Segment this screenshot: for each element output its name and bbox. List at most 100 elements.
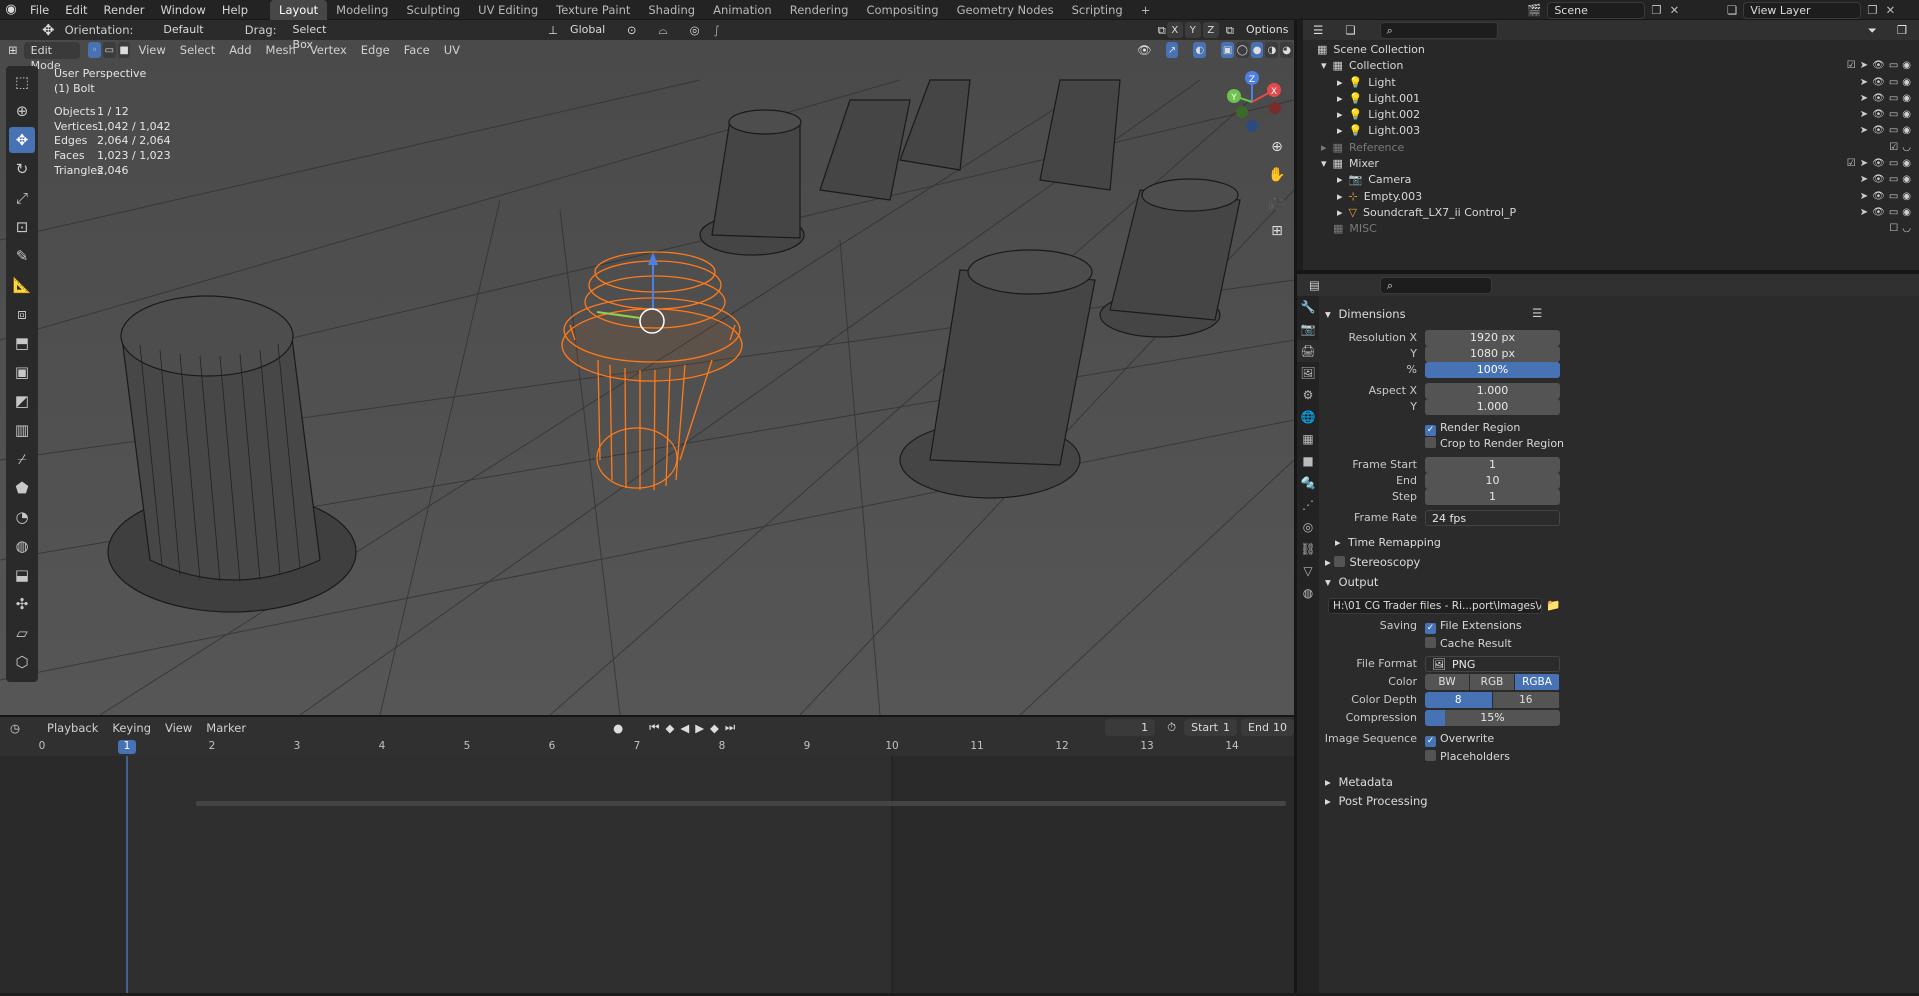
expand-icon[interactable]: ▸ — [1337, 190, 1343, 203]
shrink-fatten-icon[interactable]: ✣ — [9, 591, 35, 617]
select-arrow-icon[interactable]: ➤ — [1860, 189, 1868, 205]
outliner-row-light-002[interactable]: ▸ 💡 Light.002 ➤ 👁 ▭ ◉ — [1303, 107, 1919, 123]
poly-build-icon[interactable]: ⬟ — [9, 475, 35, 501]
outliner-row-empty-003[interactable]: ▸ ⊹ Empty.003 ➤ 👁 ▭ ◉ — [1303, 189, 1919, 205]
outliner-row-soundcraft[interactable]: ▸ ▽ Soundcraft_LX7_ii Control_P ➤ 👁 ▭ ◉ — [1303, 205, 1919, 221]
mode-dropdown[interactable]: Edit Mode — [23, 41, 81, 72]
list-icon[interactable]: ☰ — [1532, 306, 1542, 320]
current-frame-field[interactable]: 1 — [1105, 719, 1156, 736]
eye-icon[interactable]: 👁 — [1872, 172, 1885, 188]
camera-icon[interactable]: ◉ — [1902, 123, 1911, 139]
menu-face[interactable]: Face — [397, 40, 437, 60]
select-arrow-icon[interactable]: ➤ — [1860, 205, 1868, 221]
vertex-select-icon[interactable]: ◦ — [88, 42, 101, 58]
mirror-y-button[interactable]: Y — [1184, 22, 1201, 38]
record-icon[interactable]: ● — [613, 721, 623, 735]
new-collection-icon[interactable]: ❐ — [1897, 23, 1907, 37]
menu-render[interactable]: Render — [96, 0, 153, 20]
add-cube-icon[interactable]: ⧈ — [9, 301, 35, 327]
crop-region-checkbox[interactable]: Crop to Render Region — [1425, 436, 1564, 452]
annotate-icon[interactable]: ✎ — [9, 243, 35, 269]
menu-edge[interactable]: Edge — [354, 40, 397, 60]
measure-icon[interactable]: 📐 — [9, 272, 35, 298]
checkbox-icon[interactable]: ☑ — [1847, 58, 1856, 74]
timeline-ruler[interactable] — [0, 738, 1294, 756]
expand-icon[interactable]: ▾ — [1321, 59, 1327, 72]
tab-texture-paint[interactable]: Texture Paint — [547, 0, 639, 20]
area-divider[interactable] — [0, 715, 1294, 717]
camera-icon[interactable]: ◉ — [1902, 172, 1911, 188]
tab-sculpting[interactable]: Sculpting — [397, 0, 469, 20]
checkbox-icon[interactable]: ☑ — [1889, 140, 1898, 156]
tab-geometry-nodes[interactable]: Geometry Nodes — [948, 0, 1063, 20]
outliner-search-input[interactable]: ⌕ — [1379, 21, 1498, 39]
checkbox-icon[interactable]: ☐ — [1889, 221, 1898, 237]
area-divider[interactable] — [1297, 270, 1919, 274]
expand-icon[interactable]: ▸ — [1337, 76, 1343, 89]
frame-start-field[interactable]: 1 — [1425, 457, 1560, 473]
placeholders-checkbox[interactable]: Placeholders — [1425, 749, 1510, 765]
eye-icon[interactable]: 👁 — [1872, 189, 1885, 205]
expand-icon[interactable]: ▾ — [1321, 157, 1327, 170]
area-divider[interactable] — [1294, 20, 1297, 993]
render-icon[interactable]: ▭ — [1889, 189, 1898, 205]
transform-tool-icon[interactable]: ✥ — [42, 21, 55, 39]
prev-keyframe-icon[interactable]: ◆ — [665, 721, 674, 735]
editor-type-icon[interactable]: ▤ — [1309, 278, 1320, 292]
frame-rate-dropdown[interactable]: 24 fps — [1425, 510, 1560, 526]
render-icon[interactable]: ▭ — [1889, 156, 1898, 172]
camera-icon[interactable]: ◉ — [1902, 205, 1911, 221]
menu-vertex[interactable]: Vertex — [303, 40, 354, 60]
expand-icon[interactable]: ▸ — [1337, 173, 1343, 186]
shear-icon[interactable]: ▱ — [9, 620, 35, 646]
pivot-icon[interactable]: ⊙ — [627, 23, 637, 37]
add-workspace-button[interactable]: + — [1132, 0, 1160, 20]
tab-layout[interactable]: Layout — [270, 0, 328, 20]
select-arrow-icon[interactable]: ➤ — [1860, 156, 1868, 172]
color-rgb-option[interactable]: RGB — [1470, 674, 1515, 690]
drag-dropdown[interactable]: Select Box — [287, 22, 350, 51]
checkbox-icon[interactable]: ☑ — [1847, 156, 1856, 172]
copy-scene-icon[interactable]: ❐ — [1651, 3, 1661, 17]
overwrite-checkbox[interactable]: ✓ Overwrite — [1425, 731, 1494, 747]
menu-playback[interactable]: Playback — [40, 718, 105, 738]
menu-select[interactable]: Select — [173, 40, 222, 60]
render-icon[interactable]: ▭ — [1889, 58, 1898, 74]
eye-hidden-icon[interactable]: ◡ — [1902, 140, 1911, 156]
camera-icon[interactable]: ◉ — [1902, 107, 1911, 123]
tab-modeling[interactable]: Modeling — [327, 0, 397, 20]
output-path-input[interactable]: H:\01 CG Trader files - Ri...port\Images… — [1328, 598, 1542, 614]
camera-icon[interactable]: ◉ — [1902, 91, 1911, 107]
expand-icon[interactable]: ▸ — [1337, 206, 1343, 219]
data-tab-icon[interactable]: ▽ — [1297, 560, 1319, 582]
post-processing-panel-header[interactable]: ▸ Post Processing — [1325, 791, 1428, 811]
xray-toggle-icon[interactable]: ▣ — [1221, 42, 1234, 58]
pan-hand-icon[interactable]: ✋ — [1266, 164, 1288, 186]
ortho-grid-icon[interactable]: ⊞ — [1266, 220, 1288, 242]
eye-hidden-icon[interactable]: ◡ — [1902, 221, 1911, 237]
select-arrow-icon[interactable]: ➤ — [1860, 75, 1868, 91]
rotate-icon[interactable]: ↻ — [9, 156, 35, 182]
edge-select-icon[interactable]: ▭ — [102, 42, 116, 58]
dimensions-panel-header[interactable]: ▾ Dimensions — [1325, 304, 1406, 324]
editor-type-icon[interactable]: ⊞ — [8, 43, 18, 57]
output-panel-header[interactable]: ▾ Output — [1325, 572, 1378, 592]
delete-scene-icon[interactable]: ✕ — [1670, 3, 1680, 17]
aspect-x-field[interactable]: 1.000 — [1425, 383, 1560, 399]
shading-material-icon[interactable]: ◑ — [1265, 42, 1279, 58]
expand-icon[interactable]: ▸ — [1321, 141, 1327, 154]
resolution-y-field[interactable]: 1080 px — [1425, 346, 1560, 362]
render-region-checkbox[interactable]: ✓ Render Region — [1425, 420, 1520, 436]
menu-view[interactable]: View — [131, 40, 172, 60]
eye-icon[interactable]: 👁 — [1872, 58, 1885, 74]
eye-icon[interactable]: 👁 — [1872, 205, 1885, 221]
compression-slider[interactable]: 15% — [1425, 710, 1560, 726]
outliner-row-misc[interactable]: ▦ MISC ☐ ◡ — [1303, 221, 1919, 237]
scale-icon[interactable]: ⤢ — [9, 185, 35, 211]
render-icon[interactable]: ▭ — [1889, 75, 1898, 91]
menu-marker[interactable]: Marker — [199, 718, 253, 738]
editor-type-icon[interactable]: ◷ — [10, 721, 20, 735]
tab-compositing[interactable]: Compositing — [857, 0, 947, 20]
gizmo-toggle-icon[interactable]: ↗ — [1165, 42, 1179, 58]
outliner-row-light-001[interactable]: ▸ 💡 Light.001 ➤ 👁 ▭ ◉ — [1303, 91, 1919, 107]
